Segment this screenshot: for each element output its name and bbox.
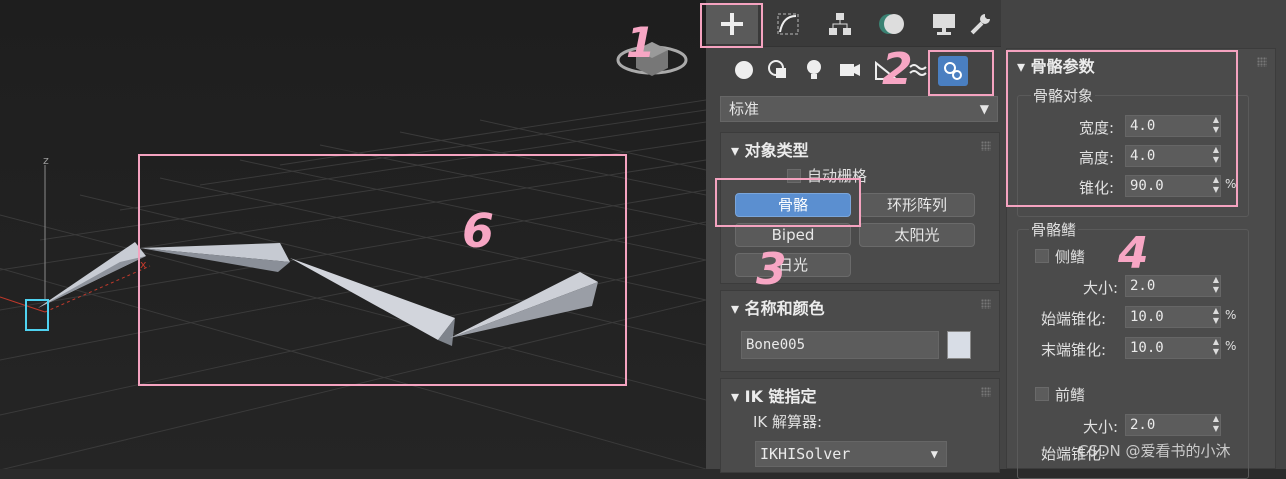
lights-button[interactable] [802, 58, 826, 82]
side-start-taper-label: 始端锥化: [1041, 310, 1107, 328]
front-size-label: 大小: [1083, 418, 1119, 436]
front-size-field[interactable]: 2.0 [1125, 414, 1221, 436]
tab-modify[interactable] [762, 4, 814, 44]
ik-solver-dropdown[interactable]: IKHISolver ▼ [755, 441, 947, 467]
drag-handle-icon[interactable] [981, 387, 991, 397]
name-color-rollout: ▾ 名称和颜色 Bone005 [720, 290, 1000, 372]
highlight-box-3 [715, 178, 861, 227]
shapes-icon [768, 60, 786, 78]
dropdown-value: 标准 [729, 100, 760, 118]
percent-sign: % [1225, 339, 1237, 353]
tab-hierarchy[interactable] [814, 4, 866, 44]
cameras-icon [840, 64, 860, 76]
front-size-spinner-icon[interactable]: ▲ ▼ [1211, 414, 1221, 436]
annotation-number-3: 3 [756, 244, 787, 295]
highlight-box-2 [928, 50, 994, 96]
motion-icon [879, 14, 904, 34]
side-start-spinner-icon[interactable]: ▲ ▼ [1211, 306, 1221, 328]
ik-solver-label: IK 解算器: [753, 413, 823, 431]
category-dropdown[interactable]: 标准 ▼ [720, 96, 998, 122]
drag-handle-icon[interactable] [981, 141, 991, 151]
modify-curve-icon [777, 13, 799, 35]
wrench-icon [970, 14, 990, 35]
side-size-label: 大小: [1083, 279, 1119, 297]
ring-array-button[interactable]: 环形阵列 [859, 193, 975, 217]
geometry-icon [735, 61, 753, 79]
hierarchy-icon [829, 13, 851, 35]
annotation-number-4: 4 [1118, 228, 1149, 279]
highlight-box-4 [1006, 50, 1238, 207]
geometry-button[interactable] [732, 58, 756, 82]
percent-sign: % [1225, 308, 1237, 322]
ik-chain-rollout: ▾ IK 链指定 IK 解算器: IKHISolver ▼ [720, 378, 1000, 473]
annotation-number-6: 6 [462, 204, 495, 258]
watermark: CSDN @爱看书的小沐 [1078, 442, 1231, 460]
daylight-button[interactable]: 日光 [735, 253, 851, 277]
highlight-box-1 [700, 3, 763, 48]
side-fins-label: 侧鳍 [1055, 248, 1086, 266]
front-fins-label: 前鳍 [1055, 386, 1086, 404]
tab-utilities[interactable] [954, 4, 1006, 44]
side-fins-checkbox[interactable] [1035, 249, 1049, 263]
sunlight-button[interactable]: 太阳光 [859, 223, 975, 247]
side-end-spinner-icon[interactable]: ▲ ▼ [1211, 337, 1221, 359]
front-fins-checkbox[interactable] [1035, 387, 1049, 401]
drag-handle-icon[interactable] [981, 299, 991, 309]
tab-motion[interactable] [866, 4, 918, 44]
chevron-down-icon: ▼ [979, 102, 989, 116]
axis-z-label: z [43, 154, 49, 167]
color-swatch[interactable] [947, 331, 971, 359]
bone-fins-label: 骨骼鳍 [1029, 219, 1079, 240]
annotation-number-1: 1 [626, 18, 656, 67]
side-start-taper-field[interactable]: 10.0 [1125, 306, 1221, 328]
lights-icon [807, 60, 821, 79]
object-name-field[interactable]: Bone005 [741, 331, 939, 359]
shapes-button[interactable] [766, 58, 790, 82]
side-end-taper-label: 末端锥化: [1041, 341, 1107, 359]
object-type-title[interactable]: ▾ 对象类型 [731, 137, 809, 161]
chevron-down-icon: ▼ [930, 447, 938, 461]
ik-chain-title[interactable]: ▾ IK 链指定 [731, 383, 817, 407]
side-end-taper-field[interactable]: 10.0 [1125, 337, 1221, 359]
cameras-button[interactable] [838, 58, 862, 82]
annotation-number-2: 2 [882, 44, 913, 95]
drag-handle-icon[interactable] [1257, 57, 1267, 67]
side-size-spinner-icon[interactable]: ▲ ▼ [1211, 275, 1221, 297]
name-color-title[interactable]: ▾ 名称和颜色 [731, 295, 825, 319]
highlight-box-6 [138, 154, 627, 386]
